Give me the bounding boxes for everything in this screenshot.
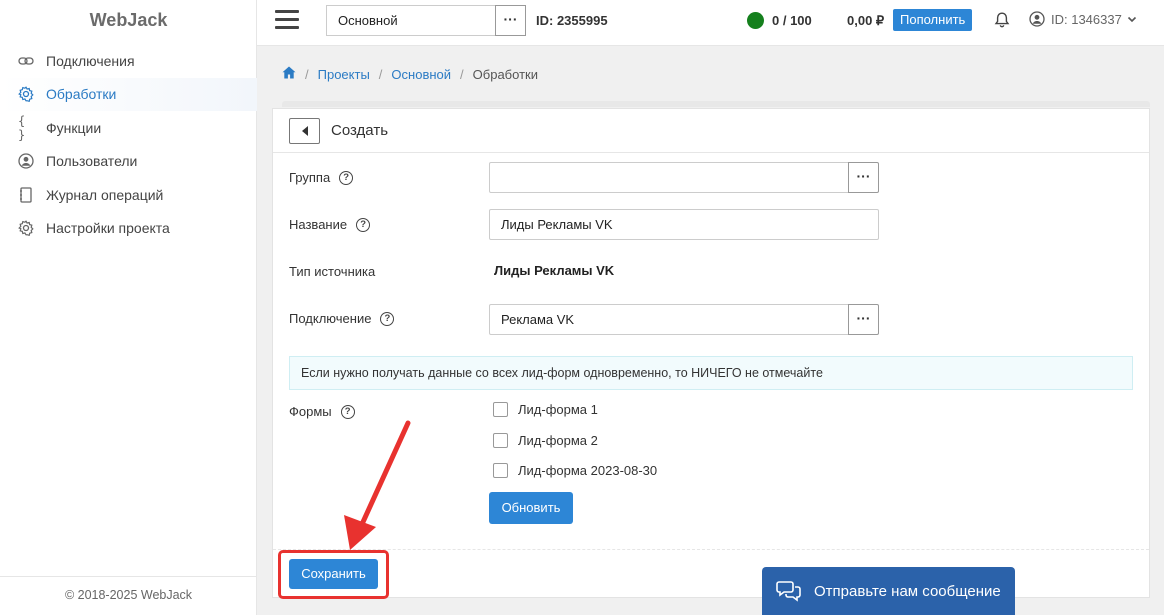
breadcrumb: / Проекты / Основной / Обработки <box>282 66 538 82</box>
form-checkbox-item[interactable]: Лид-форма 1 <box>493 402 598 417</box>
user-id: ID: 1346337 <box>1051 11 1122 27</box>
status-indicator <box>747 12 764 29</box>
name-input[interactable]: Лиды Рекламы VK <box>489 209 879 240</box>
sidebar-item-users[interactable]: Пользователи <box>0 145 257 179</box>
sidebar-item-label: Настройки проекта <box>46 220 170 237</box>
sidebar-nav: Подключения Обработки { } Функции Пользо… <box>0 44 257 245</box>
project-more-button[interactable]: ··· <box>495 5 526 36</box>
forms-label-text: Формы <box>289 404 332 419</box>
sidebar-item-journal[interactable]: Журнал операций <box>0 178 257 212</box>
name-label: Название ? <box>289 217 371 232</box>
topup-button[interactable]: Пополнить <box>893 9 973 31</box>
connection-label: Подключение ? <box>289 311 395 326</box>
help-icon[interactable]: ? <box>356 217 371 232</box>
sidebar-item-label: Пользователи <box>46 153 138 170</box>
chat-label: Отправьте нам сообщение <box>814 582 1001 600</box>
sidebar-footer: © 2018-2025 WebJack <box>0 576 257 615</box>
checkbox[interactable] <box>493 463 508 478</box>
source-type-value: Лиды Рекламы VK <box>494 263 615 278</box>
user-avatar-icon <box>1029 11 1045 27</box>
user-menu[interactable]: ID: 1346337 <box>1029 11 1144 27</box>
journal-icon <box>18 187 34 203</box>
menu-icon[interactable] <box>275 10 299 30</box>
chat-widget[interactable]: Отправьте нам сообщение <box>762 567 1015 615</box>
update-button[interactable]: Обновить <box>489 492 573 524</box>
breadcrumb-separator: / <box>460 66 464 82</box>
chat-bubbles-icon <box>776 581 801 602</box>
sidebar-item-label: Журнал операций <box>46 186 164 203</box>
group-select-button[interactable]: ··· <box>848 162 879 193</box>
checkbox[interactable] <box>493 402 508 417</box>
breadcrumb-main[interactable]: Основной <box>391 67 451 82</box>
sidebar-item-connections[interactable]: Подключения <box>0 44 257 78</box>
sidebar-item-label: Обработки <box>46 86 117 103</box>
link-icon <box>18 53 34 69</box>
info-alert: Если нужно получать данные со всех лид-ф… <box>289 356 1133 390</box>
balance: 0,00 ₽ <box>847 13 885 28</box>
braces-icon: { } <box>18 113 26 142</box>
form-checkbox-item[interactable]: Лид-форма 2 <box>493 433 598 448</box>
gear-icon <box>18 220 34 237</box>
chevron-down-icon <box>1127 16 1136 23</box>
back-button[interactable] <box>289 118 320 144</box>
bell-icon[interactable] <box>993 11 1011 29</box>
annotation-arrow <box>344 420 411 550</box>
connection-select-button[interactable]: ··· <box>848 304 879 335</box>
sidebar-item-label: Функции <box>46 119 102 136</box>
home-icon[interactable] <box>282 66 296 82</box>
topbar: Основной ··· ID: 2355995 0 / 100 0,00 ₽ … <box>257 0 1164 46</box>
sidebar-item-project-settings[interactable]: Настройки проекта <box>0 212 257 246</box>
sidebar-item-processing[interactable]: Обработки <box>0 77 257 111</box>
card-header: Создать <box>273 109 1149 153</box>
connection-label-text: Подключение <box>289 311 372 326</box>
breadcrumb-separator: / <box>378 66 383 82</box>
usage-counter: 0 / 100 <box>772 13 812 28</box>
sidebar-item-functions[interactable]: { } Функции <box>0 111 257 145</box>
card-title: Создать <box>331 122 389 139</box>
checkbox-label: Лид-форма 2023-08-30 <box>518 463 658 478</box>
group-input[interactable] <box>489 162 849 193</box>
user-icon <box>18 153 34 169</box>
breadcrumb-current: Обработки <box>472 66 538 82</box>
caret-left-icon <box>301 126 308 136</box>
help-icon[interactable]: ? <box>339 170 354 185</box>
project-id: ID: 2355995 <box>536 13 608 28</box>
save-button[interactable]: Сохранить <box>289 559 378 589</box>
source-type-label: Тип источника <box>289 264 376 279</box>
form-checkbox-item[interactable]: Лид-форма 2023-08-30 <box>493 463 657 478</box>
project-select[interactable]: Основной <box>326 5 496 36</box>
card-stack-shadow <box>282 101 1150 107</box>
breadcrumb-separator: / <box>305 66 309 82</box>
help-icon[interactable]: ? <box>380 311 395 326</box>
logo[interactable]: WebJack <box>0 0 257 40</box>
name-label-text: Название <box>289 217 348 232</box>
checkbox-label: Лид-форма 1 <box>518 402 598 417</box>
checkbox[interactable] <box>493 433 508 448</box>
group-label-text: Группа <box>289 170 331 185</box>
sidebar-item-label: Подключения <box>46 52 135 69</box>
sidebar: WebJack Подключения Обработки { } Функци… <box>0 0 257 615</box>
breadcrumb-projects[interactable]: Проекты <box>318 67 370 82</box>
gear-icon <box>18 86 34 103</box>
connection-input[interactable]: Реклама VK <box>489 304 849 335</box>
group-label: Группа ? <box>289 170 354 185</box>
checkbox-label: Лид-форма 2 <box>518 433 598 448</box>
